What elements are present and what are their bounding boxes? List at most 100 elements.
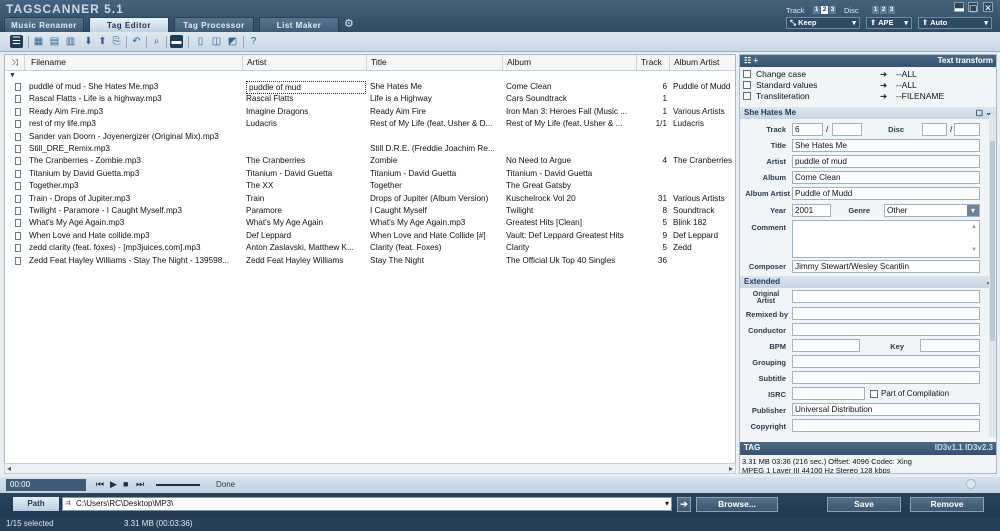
cell-filename[interactable]: Titanium by David Guetta.mp3	[29, 168, 241, 181]
table-row[interactable]: Zedd Feat Hayley Williams - Stay The Nig…	[5, 255, 735, 268]
title-field[interactable]: She Hates Me	[792, 139, 980, 152]
table-row[interactable]: Twilight - Paramore - I Caught Myself.mp…	[5, 205, 735, 218]
invert-selection-icon[interactable]: ▥	[64, 35, 77, 48]
cell-filename[interactable]: Twilight - Paramore - I Caught Myself.mp…	[29, 205, 241, 218]
cell-album-artist[interactable]	[673, 93, 735, 106]
undo-icon[interactable]: ↶	[130, 35, 143, 48]
cell-album[interactable]: Titanium - David Guetta	[506, 168, 636, 181]
scroll-down-icon[interactable]: ▼	[971, 245, 977, 256]
cell-track[interactable]: 6	[637, 81, 667, 94]
chevron-down-icon[interactable]: ▾	[665, 498, 669, 510]
conductor-field[interactable]	[792, 323, 980, 336]
cell-artist[interactable]: Ludacris	[246, 118, 366, 131]
cell-filename[interactable]: Rascal Flatts - Life is a highway.mp3	[29, 93, 241, 106]
add-icon[interactable]: +	[753, 56, 758, 65]
cell-title[interactable]: Ready Aim Fire	[370, 106, 502, 119]
table-row[interactable]: The Cranberries - Zombie.mp3 The Cranberr…	[5, 155, 735, 168]
previous-icon[interactable]: ⏮	[96, 479, 104, 490]
cell-track[interactable]: 1	[637, 93, 667, 106]
auto-combo[interactable]: ⇑ Auto ▾	[918, 17, 992, 29]
cell-track[interactable]	[637, 143, 667, 156]
cell-title[interactable]: Life is a Highway	[370, 93, 502, 106]
table-row[interactable]: When Love and Hate collide.mp3 Def Leppar…	[5, 230, 735, 243]
cell-track[interactable]	[637, 180, 667, 193]
cell-album[interactable]: Rest of My Life (feat. Usher & ...	[506, 118, 636, 131]
year-field[interactable]: 2001	[792, 204, 831, 217]
shuffle-icon[interactable]: ⤨	[5, 55, 25, 70]
cell-track[interactable]: 5	[637, 242, 667, 255]
column-header-filename[interactable]: Filename	[25, 55, 243, 70]
cell-artist[interactable]: Zedd Feat Hayley Williams	[246, 255, 366, 268]
browse-button[interactable]: Browse...	[696, 497, 778, 512]
settings-gear-icon[interactable]: ⚙	[344, 17, 354, 30]
cell-artist[interactable]: Titanium - David Guetta	[246, 168, 366, 181]
cell-track[interactable]: 8	[637, 205, 667, 218]
go-arrow-icon[interactable]: ➔	[677, 497, 691, 512]
table-row[interactable]: puddle of mud - She Hates Me.mp3 puddle o…	[5, 81, 735, 94]
genre-select[interactable]: Other ▾	[884, 204, 980, 217]
subtitle-field[interactable]	[792, 371, 980, 384]
cell-album[interactable]: Iron Man 3: Heroes Fall (Music ...	[506, 106, 636, 119]
cell-album-artist[interactable]: Ludacris	[673, 118, 735, 131]
scroll-left-icon[interactable]: ◂	[7, 464, 11, 473]
maximize-button[interactable]: ▢	[968, 2, 978, 13]
search-icon[interactable]: ⌕	[150, 35, 163, 48]
cell-filename[interactable]: Zedd Feat Hayley Williams - Stay The Nig…	[29, 255, 241, 268]
minimize-button[interactable]: ▬	[954, 2, 964, 13]
cell-title[interactable]: Titanium - David Guetta	[370, 168, 502, 181]
open-folder-icon[interactable]: ◫	[210, 35, 223, 48]
cell-album[interactable]: The Official Uk Top 40 Singles	[506, 255, 636, 268]
album-artist-field[interactable]: Puddle of Mudd	[792, 187, 980, 200]
cell-track[interactable]: 36	[637, 255, 667, 268]
path-history-icon[interactable]: ⇉	[65, 498, 71, 510]
cell-track[interactable]: 4	[637, 155, 667, 168]
cell-track[interactable]: 31	[637, 193, 667, 206]
grid-view-icon[interactable]: ▦	[32, 35, 45, 48]
cell-album[interactable]: Kuschelrock Vol 20	[506, 193, 636, 206]
cell-title[interactable]: Zombie	[370, 155, 502, 168]
cell-album-artist[interactable]: Soundtrack	[673, 205, 735, 218]
track-count-1[interactable]: 1	[813, 6, 820, 14]
isrc-field[interactable]	[792, 387, 865, 400]
cell-track[interactable]	[637, 168, 667, 181]
tab-tag-processor[interactable]: Tag Processor	[174, 17, 254, 32]
cell-artist[interactable]: The XX	[246, 180, 366, 193]
stop-icon[interactable]: ■	[123, 479, 128, 489]
cell-artist[interactable]: What's My Age Again	[246, 217, 366, 230]
table-row[interactable]: zedd clarity (feat. foxes) - [mp3juices.…	[5, 242, 735, 255]
cell-title[interactable]: Clarity (feat. Foxes)	[370, 242, 502, 255]
select-all-icon[interactable]: ▤	[48, 35, 61, 48]
cell-album-artist[interactable]: Various Artists	[673, 106, 735, 119]
transliteration-value[interactable]: --FILENAME	[896, 91, 944, 101]
tab-music-renamer[interactable]: Music Renamer	[4, 17, 84, 32]
tab-list-maker[interactable]: List Maker	[259, 17, 339, 32]
cell-filename[interactable]: rest of my life.mp3	[29, 118, 241, 131]
move-down-icon[interactable]: ⬇	[82, 35, 95, 48]
tab-tag-editor[interactable]: Tag Editor	[89, 17, 169, 32]
transliteration-checkbox[interactable]	[743, 92, 751, 100]
tag-editor-icon[interactable]: ▬	[170, 35, 183, 48]
main-section-header[interactable]: She Hates Me ▢ ⌄	[740, 107, 996, 119]
track-field[interactable]: 6	[792, 123, 823, 136]
save-button[interactable]: Save	[827, 497, 901, 512]
table-row[interactable]: Titanium by David Guetta.mp3 Titanium - D…	[5, 168, 735, 181]
table-row[interactable]: Together.mp3 The XX Together The Great Gats…	[5, 180, 735, 193]
column-header-album-artist[interactable]: Album Artist	[670, 55, 735, 70]
track-count-3[interactable]: 3	[829, 6, 836, 14]
keep-combo[interactable]: ⤡ Keep ▾	[786, 17, 860, 29]
publisher-field[interactable]: Universal Distribution	[792, 403, 980, 416]
cell-album[interactable]: Clarity	[506, 242, 636, 255]
cell-filename[interactable]: What's My Age Again.mp3	[29, 217, 241, 230]
path-input[interactable]: ⇉ C:\Users\RC\Desktop\MP3\ ▾	[62, 497, 672, 511]
cell-album-artist[interactable]: Def Leppard	[673, 230, 735, 243]
original-artist-field[interactable]	[792, 290, 980, 303]
cell-artist[interactable]: Paramore	[246, 205, 366, 218]
cell-title[interactable]: What's My Age Again.mp3	[370, 217, 502, 230]
cell-filename[interactable]: zedd clarity (feat. foxes) - [mp3juices.…	[29, 242, 241, 255]
cell-artist[interactable]: The Cranberries	[246, 155, 366, 168]
cell-album[interactable]	[506, 143, 636, 156]
panel-scroll-thumb[interactable]	[990, 141, 995, 341]
cell-album[interactable]: Cars Soundtrack	[506, 93, 636, 106]
close-player-icon[interactable]	[966, 479, 976, 489]
table-row[interactable]: Sander van Doorn - Joyenergizer (Origina…	[5, 131, 735, 144]
